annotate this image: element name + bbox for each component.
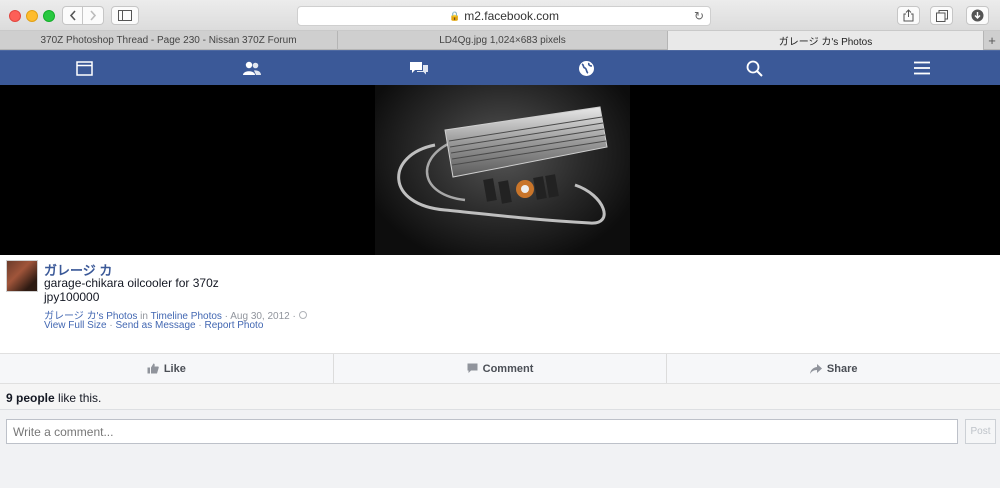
sidebar-icon: [118, 10, 132, 21]
likes-count-link[interactable]: 9 people: [6, 391, 55, 405]
report-photo-link[interactable]: Report Photo: [204, 320, 263, 331]
downloads-button[interactable]: [966, 6, 989, 25]
lock-icon: 🔒: [449, 10, 461, 21]
messages-icon[interactable]: [409, 59, 429, 77]
share-box-icon: [903, 9, 914, 22]
download-icon: [971, 9, 984, 22]
minimize-window-button[interactable]: [26, 10, 38, 22]
back-button[interactable]: [62, 6, 83, 25]
zoom-window-button[interactable]: [43, 10, 55, 22]
menu-icon[interactable]: [912, 59, 932, 77]
comment-composer: Post: [0, 409, 1000, 488]
close-window-button[interactable]: [9, 10, 21, 22]
reload-icon[interactable]: ↻: [694, 9, 704, 23]
oil-cooler-photo[interactable]: [375, 85, 630, 255]
url-text: m2.facebook.com: [464, 9, 559, 23]
tabs-overview-icon: [935, 9, 948, 22]
share-post-button[interactable]: Share: [667, 354, 1000, 383]
thumbs-up-icon: [147, 363, 159, 374]
friends-icon[interactable]: [242, 59, 262, 77]
chevron-right-icon: [90, 10, 97, 21]
tab-image[interactable]: LD4Qg.jpg 1,024×683 pixels: [338, 31, 668, 50]
tab-photos[interactable]: ガレージ カ's Photos: [668, 31, 984, 50]
likes-summary: 9 people like this.: [6, 391, 101, 405]
photo-post: ガレージ カ garage-chikara oilcooler for 370z…: [0, 255, 1000, 353]
share-button[interactable]: [897, 6, 920, 25]
new-tab-button[interactable]: +: [984, 31, 1000, 49]
separator: ·: [106, 320, 116, 331]
tab-370z-forum[interactable]: 370Z Photoshop Thread - Page 230 - Nissa…: [0, 31, 338, 50]
post-comment-button[interactable]: Post: [965, 419, 996, 444]
search-icon[interactable]: [744, 59, 764, 77]
notifications-globe-icon[interactable]: [576, 59, 596, 77]
share-arrow-icon: [809, 363, 822, 374]
photo-viewer: [0, 85, 1000, 255]
news-feed-icon[interactable]: [74, 59, 94, 77]
sidebar-toggle-button[interactable]: [111, 6, 139, 25]
show-tabs-button[interactable]: [930, 6, 953, 25]
comment-button[interactable]: Comment: [334, 354, 668, 383]
likes-suffix: like this.: [54, 391, 102, 405]
author-avatar[interactable]: [6, 260, 38, 292]
comment-input[interactable]: [6, 419, 958, 444]
post-action-bar: Like Comment Share: [0, 353, 1000, 384]
view-full-size-link[interactable]: View Full Size: [44, 320, 107, 331]
privacy-globe-icon: [298, 311, 307, 319]
tab-bar: 370Z Photoshop Thread - Page 230 - Nissa…: [0, 31, 1000, 50]
send-as-message-link[interactable]: Send as Message: [116, 320, 196, 331]
caption-line-1: garage-chikara oilcooler for 370z: [44, 276, 219, 290]
facebook-nav-bar: [0, 50, 1000, 85]
caption-line-2: jpy100000: [44, 290, 100, 304]
address-bar[interactable]: 🔒 m2.facebook.com ↻: [297, 6, 711, 26]
browser-toolbar: 🔒 m2.facebook.com ↻: [0, 0, 1000, 31]
oil-cooler-illustration: [397, 106, 608, 225]
like-button[interactable]: Like: [0, 354, 334, 383]
photo-action-links: View Full Size · Send as Message · Repor…: [44, 320, 263, 331]
comment-bubble-icon: [467, 363, 478, 373]
forward-button[interactable]: [83, 6, 104, 25]
chevron-left-icon: [69, 10, 76, 21]
